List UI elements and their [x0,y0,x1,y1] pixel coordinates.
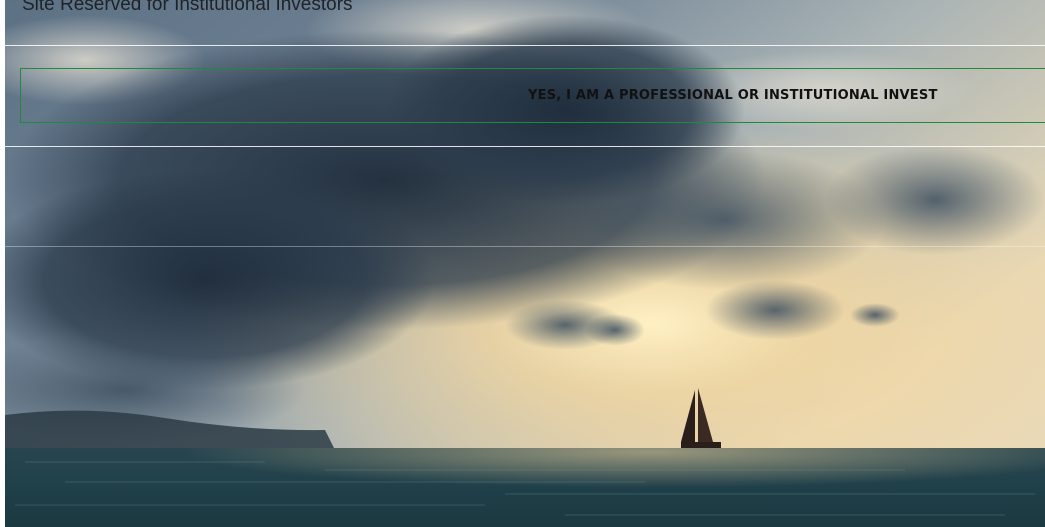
divider-line [0,246,1045,247]
site-notice-title: Site Reserved for Institutional Investor… [22,0,353,15]
confirm-button-label: YES, I AM A PROFESSIONAL OR INSTITUTIONA… [528,88,938,103]
confirm-professional-investor-button[interactable]: YES, I AM A PROFESSIONAL OR INSTITUTIONA… [20,68,1045,123]
page: Site Reserved for Institutional Investor… [0,0,1045,527]
divider-line [0,45,1045,46]
left-edge [0,0,5,527]
divider-line [0,146,1045,147]
